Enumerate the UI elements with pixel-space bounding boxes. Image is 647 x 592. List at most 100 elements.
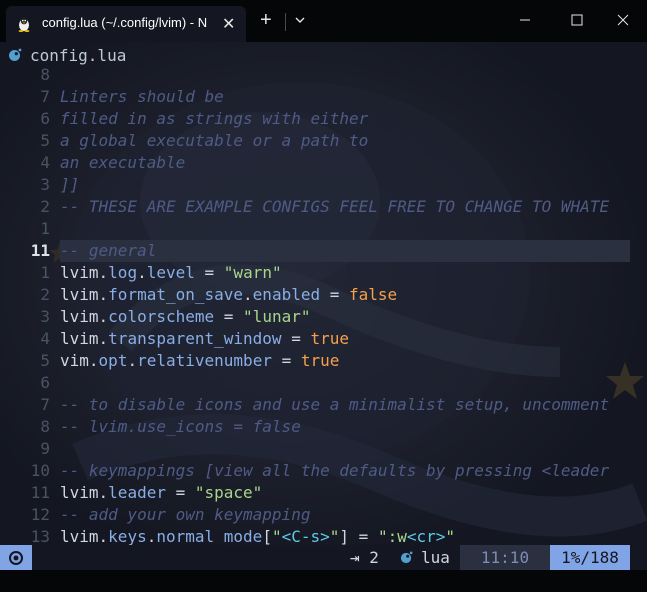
- line-number: 2: [40, 197, 50, 216]
- line-number: 8: [40, 65, 50, 84]
- code-token-op: .: [137, 263, 147, 282]
- code-token-op: =: [271, 351, 301, 370]
- code-token-ident: lvim: [60, 329, 99, 348]
- line-number: 12: [30, 505, 50, 524]
- new-tab-button[interactable]: +: [260, 10, 272, 30]
- tab-title: config.lua (~/.config/lvim) - N: [42, 15, 208, 30]
- code-token-op: =: [214, 307, 244, 326]
- code-token-comment: -- lvim.use_icons = false: [60, 417, 301, 436]
- code-token-string: ": [271, 527, 282, 546]
- code-lines[interactable]: 8 7 Linters should be 6 filled in as strings…: [0, 64, 647, 548]
- code-token-comment: -- add your own keymapping: [60, 505, 311, 524]
- code-token-string: "lunar": [243, 307, 311, 326]
- chevron-down-icon[interactable]: [293, 13, 307, 27]
- code-token-op: .: [98, 263, 109, 282]
- code-line[interactable]: 10 -- keymappings [view all the defaults …: [0, 460, 647, 482]
- line-number: 8: [40, 417, 50, 436]
- line-number: 7: [40, 395, 50, 414]
- line-number: 3: [40, 307, 50, 326]
- code-token-ident: lvim: [60, 285, 99, 304]
- code-token-string: "warn": [223, 263, 282, 282]
- code-token-op: .: [127, 351, 138, 370]
- tab-config-lua[interactable]: config.lua (~/.config/lvim) - N ✕: [6, 6, 246, 42]
- line-code: -- lvim.use_icons = false: [60, 416, 301, 438]
- code-line[interactable]: 4 lvim.transparent_window = true: [0, 328, 647, 350]
- code-token-prop: keys: [108, 527, 147, 546]
- code-line[interactable]: 5 vim.opt.relativenumber = true: [0, 350, 647, 372]
- code-token-op: =: [165, 483, 195, 502]
- file-header: config.lua: [8, 44, 126, 66]
- code-token-comment: -- to disable icons and use a minimalist…: [60, 395, 610, 414]
- code-line[interactable]: 1: [0, 218, 647, 240]
- code-token-ident: lvim: [60, 483, 99, 502]
- terminal-window: config.lua (~/.config/lvim) - N ✕ + conf…: [0, 0, 647, 592]
- line-number: 1: [40, 219, 50, 238]
- code-token-string: ": [445, 527, 456, 546]
- code-token-prop: leader: [108, 483, 166, 502]
- line-number: 4: [40, 153, 50, 172]
- code-token-prop: opt: [98, 351, 128, 370]
- line-number: 9: [40, 439, 50, 458]
- linux-penguin-icon: [18, 17, 30, 32]
- line-code: lvim.colorscheme = "lunar": [60, 306, 310, 328]
- line-code: vim.opt.relativenumber = true: [60, 350, 339, 372]
- code-line[interactable]: 9: [0, 438, 647, 460]
- code-line[interactable]: 7 -- to disable icons and use a minimalis…: [0, 394, 647, 416]
- code-token-special: <cr>: [406, 527, 446, 546]
- line-number: 10: [30, 461, 50, 480]
- code-token-comment: Linters should be: [60, 87, 224, 106]
- code-token-op: .: [243, 285, 253, 304]
- code-token-bool: true: [310, 329, 349, 348]
- command-line[interactable]: [0, 570, 647, 592]
- line-code: -- add your own keymapping: [60, 504, 310, 526]
- code-line[interactable]: 4 an executable: [0, 152, 647, 174]
- tab-close-icon[interactable]: ✕: [222, 14, 235, 34]
- code-token-op: =: [281, 329, 311, 348]
- code-line[interactable]: 5 a global executable or a path to: [0, 130, 647, 152]
- minimize-icon[interactable]: [510, 8, 540, 32]
- line-code: lvim.log.level = "warn": [60, 262, 282, 284]
- code-line[interactable]: 3 lvim.colorscheme = "lunar": [0, 306, 647, 328]
- code-token-ident: lvim: [60, 263, 99, 282]
- code-token-ident: vim: [60, 351, 89, 370]
- line-number: 5: [40, 131, 50, 150]
- line-code: -- general: [60, 240, 156, 262]
- code-line[interactable]: 11 lvim.leader = "space": [0, 482, 647, 504]
- code-line[interactable]: 1 lvim.log.level = "warn": [0, 262, 647, 284]
- code-line-current[interactable]: 11 -- general: [0, 240, 647, 262]
- code-token-op: .: [98, 329, 109, 348]
- scroll-percent: 1%/188: [550, 545, 630, 570]
- code-token-prop: level: [146, 263, 195, 282]
- line-number: 6: [40, 373, 50, 392]
- code-line[interactable]: 8: [0, 64, 647, 86]
- editor-pane[interactable]: config.lua 8 7 Linters should be 6 filled in…: [0, 42, 647, 570]
- code-line[interactable]: 8 -- lvim.use_icons = false: [0, 416, 647, 438]
- title-bar: config.lua (~/.config/lvim) - N ✕ +: [0, 0, 647, 42]
- maximize-icon[interactable]: [562, 8, 592, 32]
- neovim-mode-icon: [9, 551, 23, 565]
- code-token-comment: a global executable or a path to: [60, 131, 369, 150]
- close-icon[interactable]: [608, 8, 638, 32]
- line-number: 4: [40, 329, 50, 348]
- code-line[interactable]: 7 Linters should be: [0, 86, 647, 108]
- code-token-string: ": [329, 527, 340, 546]
- code-line[interactable]: 2 -- THESE ARE EXAMPLE CONFIGS FEEL FREE …: [0, 196, 647, 218]
- code-token-ident: lvim: [60, 307, 99, 326]
- line-number: 1: [40, 263, 50, 282]
- code-token-prop: log: [108, 263, 138, 282]
- code-line[interactable]: 2 lvim.format_on_save.enabled = false: [0, 284, 647, 306]
- code-line[interactable]: 3]]: [0, 174, 647, 196]
- line-number: 6: [40, 109, 50, 128]
- line-number: 11: [30, 483, 50, 502]
- code-line[interactable]: 12 -- add your own keymapping: [0, 504, 647, 526]
- line-code: -- to disable icons and use a minimalist…: [60, 394, 609, 416]
- line-code: lvim.leader = "space": [60, 482, 262, 504]
- code-line[interactable]: 6: [0, 372, 647, 394]
- code-line[interactable]: 6 filled in as strings with either: [0, 108, 647, 130]
- code-token-op: =: [320, 285, 350, 304]
- lua-icon: [9, 48, 22, 61]
- code-token-special: <C-s>: [281, 527, 330, 546]
- code-token-op: .: [98, 307, 109, 326]
- code-token-op: .: [88, 351, 99, 370]
- code-token-op: .: [98, 483, 109, 502]
